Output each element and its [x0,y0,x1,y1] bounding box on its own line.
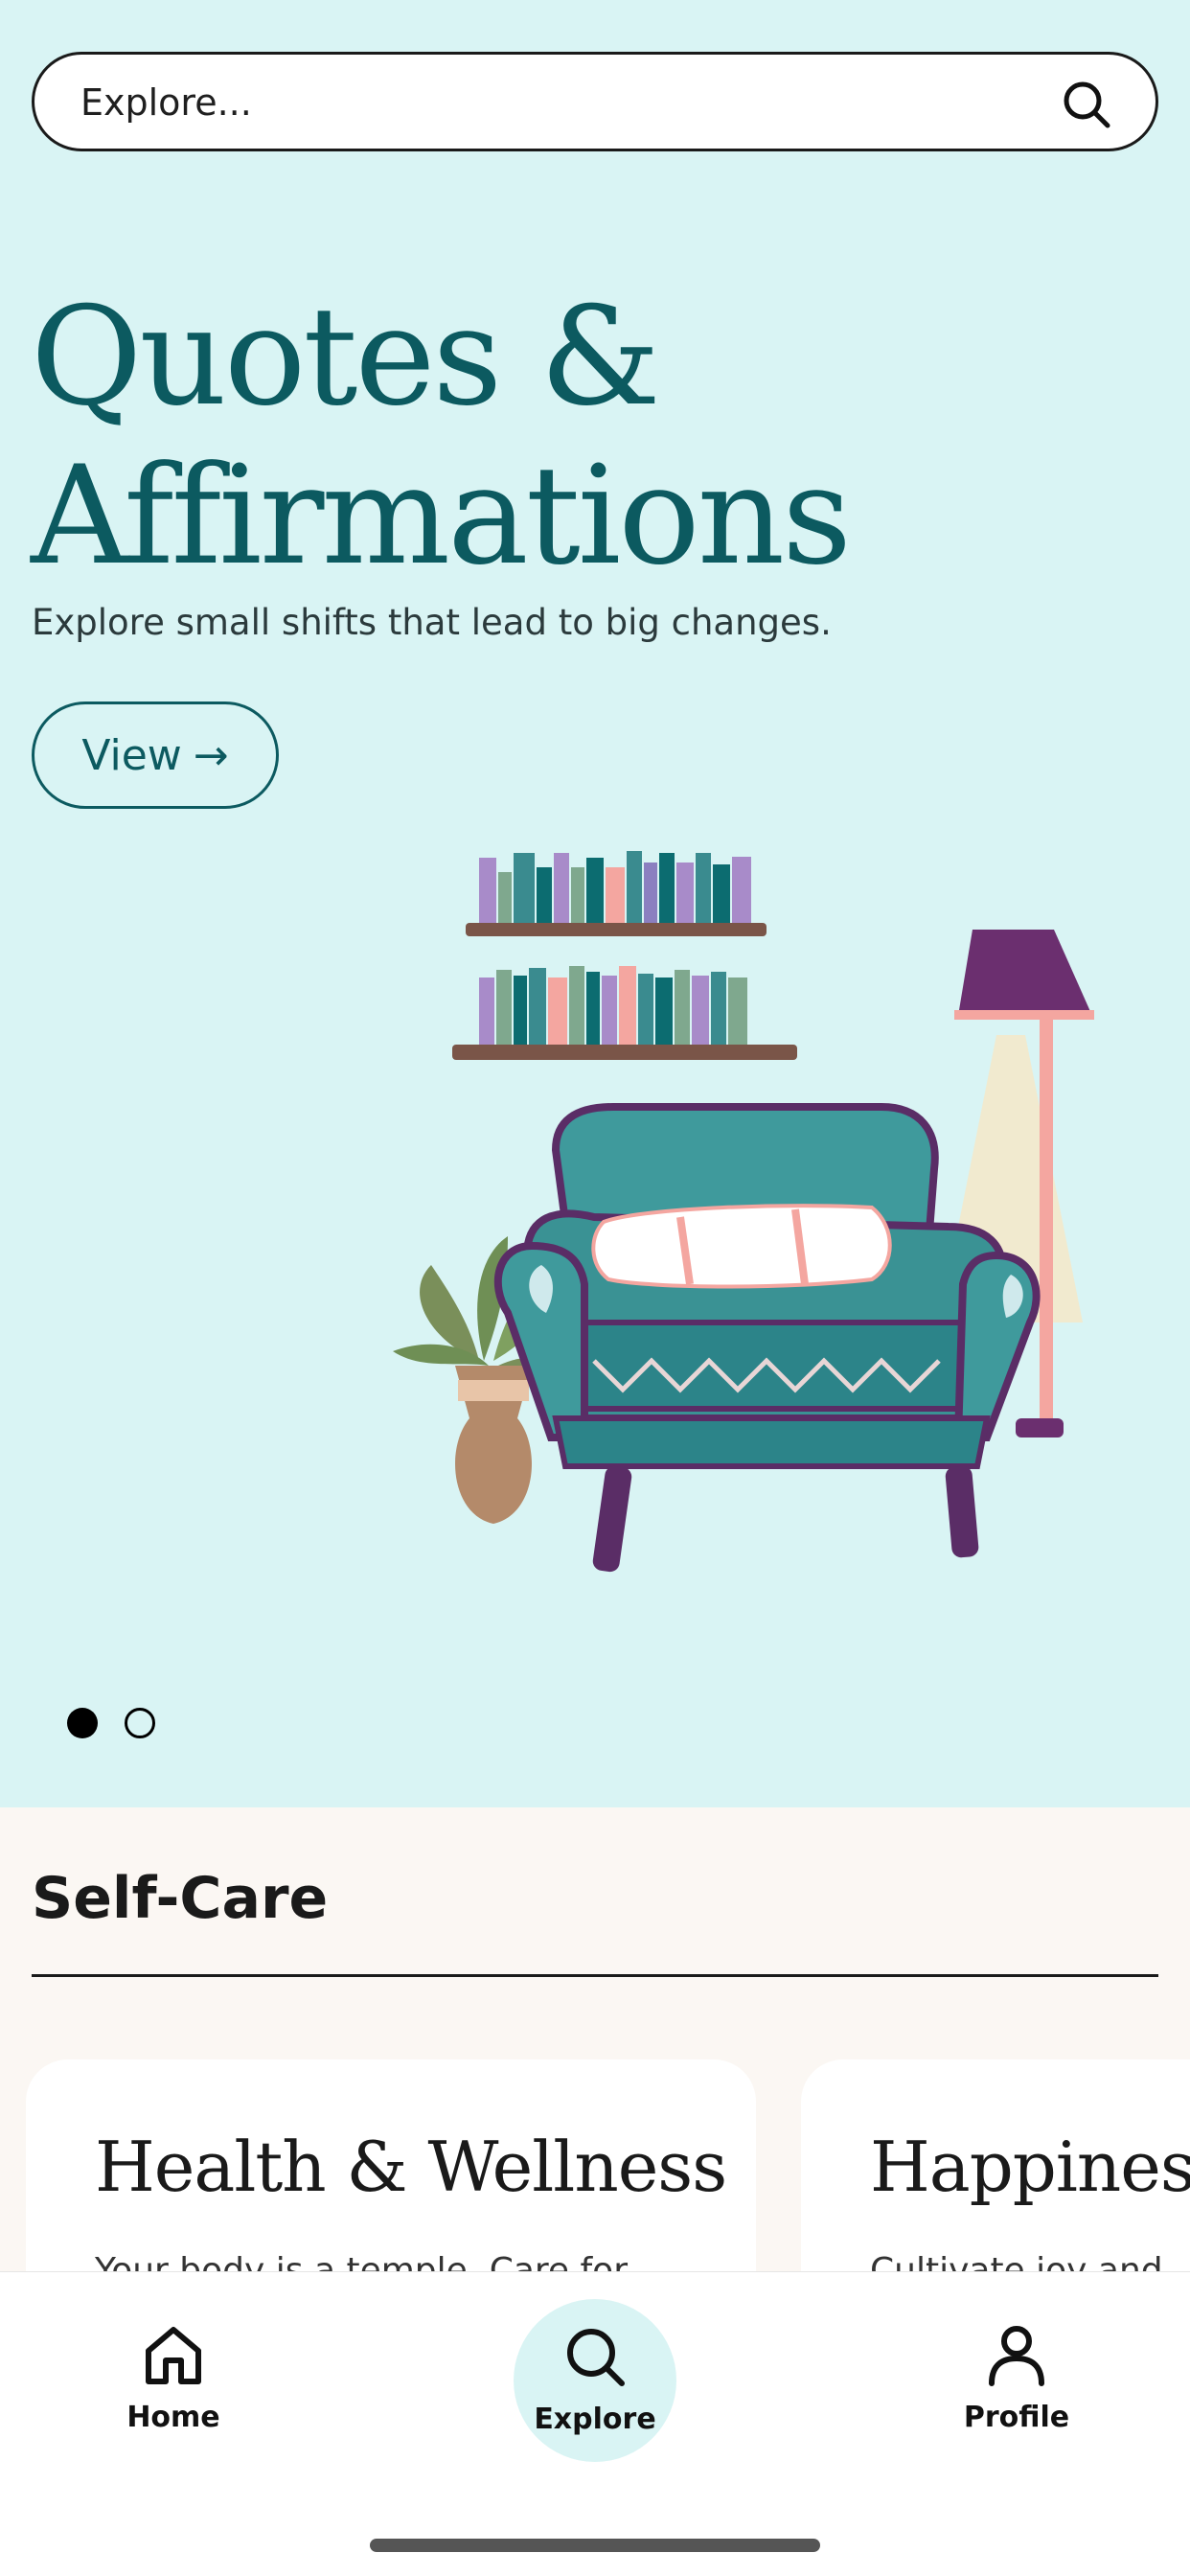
arrow-right-icon: → [193,730,229,780]
section-title: Self-Care [32,1865,329,1932]
armchair-illustration [393,851,1094,1573]
home-icon [146,2327,201,2384]
view-button[interactable]: View → [32,702,279,809]
search-input[interactable] [80,72,1039,133]
self-care-section: Self-Care Health & Wellness Your body is… [0,1807,1190,2272]
person-icon [989,2326,1044,2386]
search-icon[interactable] [1060,78,1113,131]
tab-home[interactable]: Home [92,2320,255,2464]
card-description: Your body is a temple. Care for [95,2251,628,2272]
tab-profile[interactable]: Profile [935,2320,1098,2464]
search-bar[interactable] [32,52,1158,151]
hero-title-line-1: Quotes & [31,278,661,436]
card-title: Happiness [870,2127,1190,2207]
search-icon [567,2329,625,2386]
section-divider [32,1974,1158,1977]
card-description: Cultivate joy and [870,2251,1163,2272]
tab-explore[interactable]: Explore [514,2299,676,2462]
bottom-tab-bar: Home Explore Profile [0,2271,1190,2576]
tab-explore-label: Explore [534,2403,656,2436]
bookshelf-lower [452,966,797,1060]
hero-title-line-2: Affirmations [31,437,852,595]
hero-title: Quotes & Affirmations [31,278,1085,596]
category-card-health-wellness[interactable]: Health & Wellness Your body is a temple.… [26,2059,756,2272]
bookshelf-upper [466,851,767,936]
tab-profile-label: Profile [963,2401,1070,2434]
hero-subtitle: Explore small shifts that lead to big ch… [32,602,832,643]
view-button-label: View [81,730,182,780]
hero-banner: Quotes & Affirmations Explore small shif… [0,0,1190,1807]
carousel-dot-active[interactable] [67,1708,98,1738]
armchair [493,1103,1041,1573]
category-card-happiness[interactable]: Happiness Cultivate joy and [801,2059,1190,2272]
tab-home-label: Home [126,2401,220,2434]
carousel-dot[interactable] [125,1708,155,1738]
home-indicator[interactable] [370,2539,820,2552]
card-title: Health & Wellness [95,2127,727,2207]
